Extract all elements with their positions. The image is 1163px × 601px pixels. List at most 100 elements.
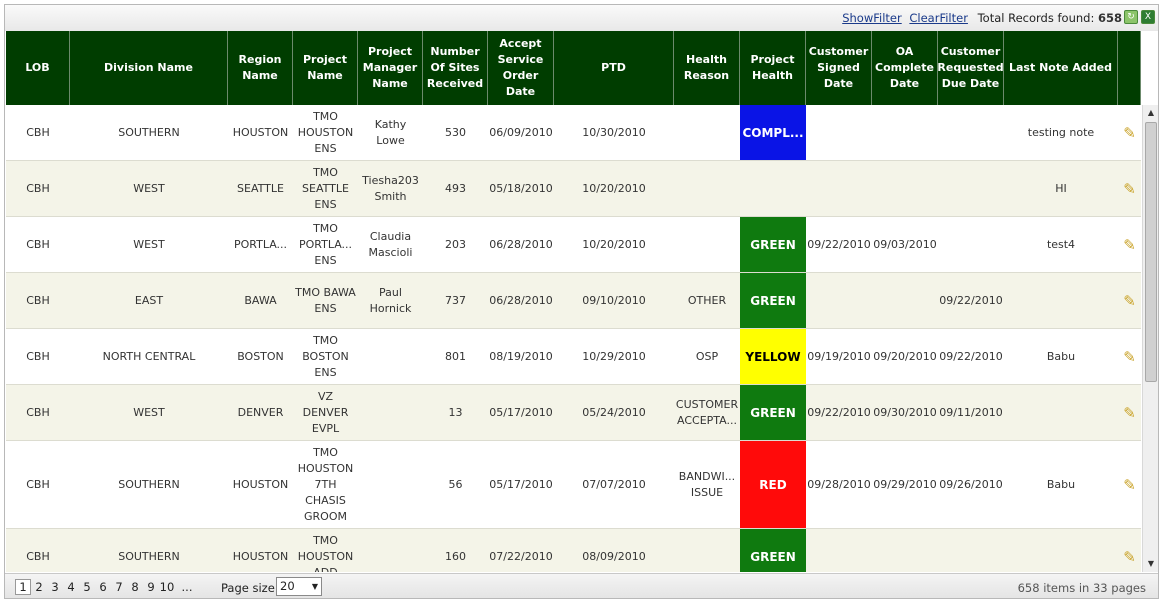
- page-link-3[interactable]: 3: [47, 580, 63, 594]
- column-header-accept-service-order-date[interactable]: Accept Service Order Date: [488, 31, 554, 105]
- cell-region-name: SEATTLE: [237, 181, 284, 195]
- cell-customer-requested-due-date: [938, 161, 1004, 216]
- column-header-ptd[interactable]: PTD: [554, 31, 674, 105]
- column-header-project-name[interactable]: Project Name: [293, 31, 358, 105]
- pencil-edit-icon[interactable]: ✎: [1123, 549, 1136, 565]
- column-header-customer-signed-date[interactable]: Customer Signed Date: [806, 31, 872, 105]
- table-row[interactable]: CBH NORTH CENTRAL BOSTON TMO BOSTON ENS 801 0…: [6, 329, 1141, 385]
- cell-customer-signed-date: [806, 161, 872, 216]
- column-header-project-health[interactable]: Project Health: [740, 31, 806, 105]
- cell-division-name: WEST: [133, 405, 165, 419]
- cell-number-of-sites: 13: [448, 405, 463, 419]
- cell-division-name: WEST: [133, 237, 165, 251]
- show-filter-link[interactable]: ShowFilter: [842, 11, 902, 25]
- cell-health-reason: [674, 217, 740, 272]
- cell-project-health: GREEN: [740, 385, 806, 440]
- scroll-down-icon[interactable]: ▼: [1143, 556, 1158, 572]
- page-link-6[interactable]: 6: [95, 580, 111, 594]
- page-link-1[interactable]: 1: [15, 579, 31, 595]
- cell-region-name: HOUSTON: [232, 477, 289, 491]
- table-row[interactable]: CBH SOUTHERN HOUSTON TMO HOUSTON 7TH CHASIS…: [6, 441, 1141, 529]
- pencil-edit-icon[interactable]: ✎: [1123, 237, 1136, 253]
- cell-project-manager-name: [358, 441, 423, 528]
- cell-project-name: TMO HOUSTON ENS: [297, 109, 354, 155]
- cell-project-health: GREEN: [740, 529, 806, 572]
- page-link-10[interactable]: 10: [159, 580, 175, 594]
- cell-region-name: DENVER: [237, 405, 284, 419]
- pencil-edit-icon[interactable]: ✎: [1123, 181, 1136, 197]
- cell-customer-requested-due-date: [938, 105, 1004, 160]
- cell-ptd: 05/24/2010: [582, 405, 646, 419]
- column-header-number-of-sites[interactable]: Number Of Sites Received: [423, 31, 488, 105]
- cell-region-name: HOUSTON: [232, 549, 289, 563]
- page-link-2[interactable]: 2: [31, 580, 47, 594]
- cell-customer-requested-due-date: 09/22/2010: [939, 293, 1003, 307]
- cell-edit: ✎: [1118, 385, 1141, 440]
- column-header-oa-complete-date[interactable]: OA Complete Date: [872, 31, 938, 105]
- column-header-health-reason[interactable]: Health Reason: [674, 31, 740, 105]
- cell-edit: ✎: [1118, 105, 1141, 160]
- cell-ptd: 09/10/2010: [582, 293, 646, 307]
- cell-ptd: 10/20/2010: [582, 181, 646, 195]
- clear-filter-link[interactable]: ClearFilter: [909, 11, 968, 25]
- cell-oa-complete-date: [872, 529, 938, 572]
- table-row[interactable]: CBH SOUTHERN HOUSTON TMO HOUSTON ENS Kathy L…: [6, 105, 1141, 161]
- cell-oa-complete-date: [872, 273, 938, 328]
- cell-project-health: YELLOW: [740, 329, 806, 384]
- table-row[interactable]: CBH SOUTHERN HOUSTON TMO HOUSTON ADD 160 07/2…: [6, 529, 1141, 572]
- cell-edit: ✎: [1118, 329, 1141, 384]
- pencil-edit-icon[interactable]: ✎: [1123, 125, 1136, 141]
- cell-project-health: [740, 161, 806, 216]
- cell-last-note-added: Babu: [1046, 477, 1076, 491]
- column-header-project-manager-name[interactable]: Project Manager Name: [358, 31, 423, 105]
- page-size-select[interactable]: 20 ▼: [276, 577, 322, 596]
- column-header-region-name[interactable]: Region Name: [228, 31, 293, 105]
- excel-export-icon[interactable]: X: [1141, 10, 1155, 24]
- cell-oa-complete-date: [872, 105, 938, 160]
- cell-project-manager-name: Kathy Lowe: [374, 117, 407, 147]
- cell-last-note-added: [1004, 273, 1118, 328]
- cell-customer-signed-date: [806, 529, 872, 572]
- page-link-4[interactable]: 4: [63, 580, 79, 594]
- cell-last-note-added: [1004, 529, 1118, 572]
- column-header-last-note-added[interactable]: Last Note Added: [1004, 31, 1118, 105]
- table-row[interactable]: CBH WEST DENVER VZ DENVER EVPL 13 05/17/2010 0…: [6, 385, 1141, 441]
- grid-body: CBH SOUTHERN HOUSTON TMO HOUSTON ENS Kathy L…: [6, 105, 1141, 572]
- page-link-9[interactable]: 9: [143, 580, 159, 594]
- page-link-more[interactable]: ...: [175, 580, 199, 594]
- pencil-edit-icon[interactable]: ✎: [1123, 293, 1136, 309]
- column-header-customer-requested-due-date[interactable]: Customer Requested Due Date: [937, 31, 1004, 105]
- cell-project-manager-name: [358, 385, 423, 440]
- cell-last-note-added: Babu: [1046, 349, 1076, 363]
- cell-project-name: TMO HOUSTON 7TH CHASIS GROOM: [297, 445, 354, 523]
- column-header-lob[interactable]: LOB: [6, 31, 70, 105]
- column-header-edit[interactable]: [1118, 31, 1141, 105]
- cell-ptd: 10/30/2010: [582, 125, 646, 139]
- page-link-8[interactable]: 8: [127, 580, 143, 594]
- refresh-icon[interactable]: ↻: [1124, 10, 1138, 24]
- pencil-edit-icon[interactable]: ✎: [1123, 349, 1136, 365]
- cell-health-reason: [674, 529, 740, 572]
- cell-region-name: PORTLA...: [233, 237, 288, 251]
- cell-ptd: 08/09/2010: [582, 549, 646, 563]
- table-row[interactable]: CBH WEST SEATTLE TMO SEATTLE ENS Tiesha203 S…: [6, 161, 1141, 217]
- page-link-5[interactable]: 5: [79, 580, 95, 594]
- grid-toolbar: ShowFilter ClearFilter Total Records fou…: [5, 5, 1158, 31]
- cell-customer-requested-due-date: 09/11/2010: [939, 405, 1003, 419]
- cell-oa-complete-date: [872, 161, 938, 216]
- table-row[interactable]: CBH EAST BAWA TMO BAWA ENS Paul Hornick 737 06…: [6, 273, 1141, 329]
- chevron-down-icon: ▼: [311, 582, 318, 591]
- cell-division-name: SOUTHERN: [118, 125, 180, 139]
- vertical-scrollbar[interactable]: ▲ ▼: [1142, 105, 1158, 572]
- scroll-thumb[interactable]: [1145, 122, 1157, 382]
- table-row[interactable]: CBH WEST PORTLA... TMO PORTLA... ENS Claudia…: [6, 217, 1141, 273]
- cell-number-of-sites: 530: [445, 125, 466, 139]
- cell-oa-complete-date: 09/29/2010: [873, 477, 937, 491]
- column-header-division-name[interactable]: Division Name: [70, 31, 228, 105]
- pencil-edit-icon[interactable]: ✎: [1123, 405, 1136, 421]
- scroll-up-icon[interactable]: ▲: [1143, 105, 1158, 121]
- cell-edit: ✎: [1118, 441, 1141, 528]
- pencil-edit-icon[interactable]: ✎: [1123, 477, 1136, 493]
- page-link-7[interactable]: 7: [111, 580, 127, 594]
- cell-customer-signed-date: 09/22/2010: [807, 405, 871, 419]
